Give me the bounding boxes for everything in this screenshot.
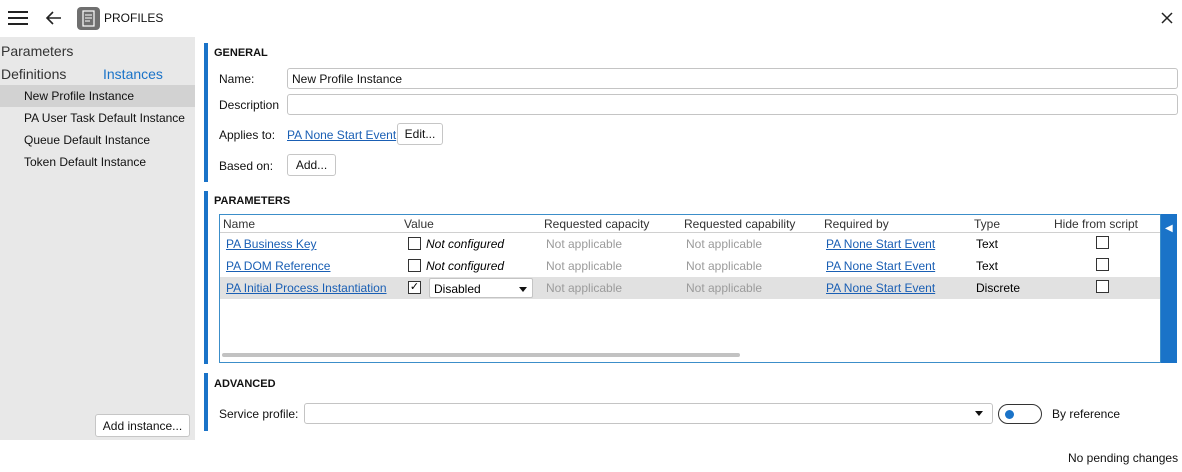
configure-checkbox[interactable] xyxy=(408,259,421,272)
capacity-cell: Not applicable xyxy=(546,281,623,295)
chevron-down-icon xyxy=(519,287,527,292)
value-dropdown[interactable]: Disabled xyxy=(429,278,533,298)
capacity-cell: Not applicable xyxy=(546,237,623,251)
name-label: Name: xyxy=(219,72,255,86)
by-reference-label: By reference xyxy=(1052,407,1121,421)
service-profile-label: Service profile: xyxy=(219,407,299,421)
horizontal-scrollbar[interactable] xyxy=(222,353,740,357)
parameter-name-link[interactable]: PA Business Key xyxy=(226,237,317,251)
add-based-on-button[interactable]: Add... xyxy=(287,154,336,176)
back-arrow-icon[interactable] xyxy=(44,8,64,28)
title-bar: PROFILES xyxy=(0,0,1182,36)
instance-list-item[interactable]: PA User Task Default Instance xyxy=(0,107,195,129)
name-field[interactable] xyxy=(287,68,1178,89)
instance-list-item[interactable]: Token Default Instance xyxy=(0,151,195,173)
toggle-knob xyxy=(1005,410,1014,419)
advanced-section-title: ADVANCED xyxy=(214,378,276,390)
required-by-link[interactable]: PA None Start Event xyxy=(826,237,935,251)
value-cell: Not configured xyxy=(426,237,505,251)
parameter-name-link[interactable]: PA DOM Reference xyxy=(226,259,330,273)
instance-list: New Profile Instance PA User Task Defaul… xyxy=(0,85,195,173)
add-instance-button[interactable]: Add instance... xyxy=(95,414,190,437)
capacity-cell: Not applicable xyxy=(546,259,623,273)
grid-header: Name Value Requested capacity Requested … xyxy=(220,215,1160,233)
column-header[interactable]: Name xyxy=(223,217,255,231)
table-row[interactable]: PA DOM Reference Not configured Not appl… xyxy=(220,255,1160,277)
service-profile-dropdown[interactable] xyxy=(304,403,993,424)
menu-icon[interactable] xyxy=(8,11,28,25)
instance-list-item[interactable]: New Profile Instance xyxy=(0,85,195,107)
details-panel-toggle[interactable]: ◀ xyxy=(1161,214,1177,363)
type-cell: Text xyxy=(976,237,999,251)
type-cell: Discrete xyxy=(976,281,1021,295)
hide-from-script-checkbox[interactable] xyxy=(1096,280,1109,293)
column-header[interactable]: Required by xyxy=(824,217,889,231)
advanced-section-accent xyxy=(204,373,208,431)
instance-list-item[interactable]: Queue Default Instance xyxy=(0,129,195,151)
column-header[interactable]: Type xyxy=(974,217,1000,231)
parameter-name-link[interactable]: PA Initial Process Instantiation xyxy=(226,281,387,295)
applies-to-link[interactable]: PA None Start Event xyxy=(287,128,396,142)
capability-cell: Not applicable xyxy=(686,281,763,295)
chevron-left-icon: ◀ xyxy=(1165,223,1173,234)
edit-button[interactable]: Edit... xyxy=(397,123,443,145)
parameters-section-accent xyxy=(204,191,208,364)
based-on-label: Based on: xyxy=(219,159,274,173)
tab-definitions[interactable]: Definitions xyxy=(1,66,66,82)
description-label: Description xyxy=(219,98,280,112)
description-field[interactable] xyxy=(287,94,1178,115)
sidebar-parameters-heading: Parameters xyxy=(1,43,74,59)
sidebar: Parameters Definitions Instances New Pro… xyxy=(0,37,195,440)
status-text: No pending changes xyxy=(1068,451,1179,465)
close-icon[interactable] xyxy=(1158,9,1176,27)
profiles-app-icon xyxy=(77,7,100,30)
value-cell: Not configured xyxy=(426,259,505,273)
hide-from-script-checkbox[interactable] xyxy=(1096,258,1109,271)
hide-from-script-checkbox[interactable] xyxy=(1096,236,1109,249)
column-header[interactable]: Value xyxy=(404,217,434,231)
general-section-accent xyxy=(204,43,208,182)
app-title: PROFILES xyxy=(104,11,164,25)
parameters-grid: Name Value Requested capacity Requested … xyxy=(219,214,1161,363)
required-by-link[interactable]: PA None Start Event xyxy=(826,259,935,273)
column-header[interactable]: Requested capacity xyxy=(544,217,649,231)
value-dropdown-selected: Disabled xyxy=(434,282,481,296)
column-header[interactable]: Hide from script xyxy=(1054,217,1138,231)
column-header[interactable]: Requested capability xyxy=(684,217,795,231)
parameters-section-title: PARAMETERS xyxy=(214,195,291,207)
configure-checkbox[interactable]: ✓ xyxy=(408,281,421,294)
capability-cell: Not applicable xyxy=(686,259,763,273)
required-by-link[interactable]: PA None Start Event xyxy=(826,281,935,295)
capability-cell: Not applicable xyxy=(686,237,763,251)
tab-instances[interactable]: Instances xyxy=(103,66,163,82)
by-reference-toggle[interactable] xyxy=(998,404,1042,424)
general-section-title: GENERAL xyxy=(214,47,268,59)
chevron-down-icon xyxy=(975,411,983,416)
applies-to-label: Applies to: xyxy=(219,128,276,142)
table-row[interactable]: PA Initial Process Instantiation ✓ Disab… xyxy=(220,277,1160,299)
configure-checkbox[interactable] xyxy=(408,237,421,250)
type-cell: Text xyxy=(976,259,999,273)
table-row[interactable]: PA Business Key Not configured Not appli… xyxy=(220,233,1160,255)
